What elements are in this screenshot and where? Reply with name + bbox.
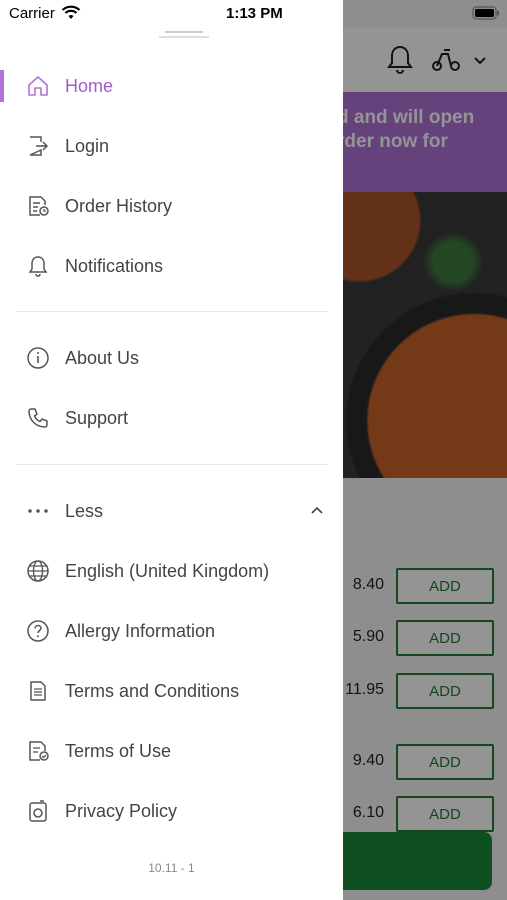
- menu-item-login[interactable]: Login: [0, 118, 343, 174]
- menu-item-terms-and-conditions[interactable]: Terms and Conditions: [0, 663, 343, 719]
- menu-item-order-history[interactable]: Order History: [0, 178, 343, 234]
- menu-item-terms-of-use[interactable]: Terms of Use: [0, 723, 343, 779]
- help-circle-icon: [25, 618, 51, 644]
- menu-item-label: Allergy Information: [65, 620, 216, 641]
- menu-item-label: Home: [65, 75, 114, 96]
- menu-item-privacy-policy[interactable]: Privacy Policy: [0, 783, 343, 839]
- more-dots-icon: [25, 498, 51, 524]
- menu-item-notifications[interactable]: Notifications: [0, 238, 343, 294]
- menu-item-label: Terms and Conditions: [65, 680, 240, 701]
- bell-icon: [25, 253, 51, 279]
- menu-divider: [17, 464, 328, 465]
- menu-item-allergy-information[interactable]: Allergy Information: [0, 603, 343, 659]
- menu-item-label: Support: [65, 407, 129, 428]
- menu-item-label: Terms of Use: [65, 740, 172, 761]
- menu-item-label: Less: [65, 500, 104, 521]
- menu-item-label: Order History: [65, 195, 173, 216]
- globe-icon: [25, 558, 51, 584]
- app-version: 10.11 - 1: [148, 861, 195, 875]
- menu-item-label: Privacy Policy: [65, 800, 178, 821]
- menu-item-support[interactable]: Support: [0, 390, 343, 446]
- info-icon: [25, 345, 51, 371]
- menu-item-label: English (United Kingdom): [65, 560, 270, 581]
- menu-item-label: Notifications: [65, 255, 164, 276]
- menu-item-home[interactable]: Home: [0, 58, 343, 114]
- status-bar: Carrier 1:13 PM: [0, 0, 507, 28]
- order-history-icon: [25, 193, 51, 219]
- menu-item-label: Login: [65, 135, 110, 156]
- menu-item-label: About Us: [65, 347, 140, 368]
- clock: 1:13 PM: [226, 5, 283, 22]
- drawer-overlay[interactable]: [343, 0, 507, 900]
- chevron-up-icon: [308, 502, 326, 520]
- menu-item-less-toggle[interactable]: Less: [0, 483, 343, 539]
- menu-divider: [17, 311, 328, 312]
- document-icon: [25, 678, 51, 704]
- menu-item-about-us[interactable]: About Us: [0, 330, 343, 386]
- carrier-label: Carrier: [9, 5, 55, 22]
- login-icon: [25, 133, 51, 159]
- phone-icon: [25, 405, 51, 431]
- privacy-icon: [25, 798, 51, 824]
- battery-icon: [472, 6, 500, 20]
- document-check-icon: [25, 738, 51, 764]
- navigation-drawer: Home Login Order History Notifications A…: [0, 0, 343, 900]
- home-icon: [25, 73, 51, 99]
- menu-item-language[interactable]: English (United Kingdom): [0, 543, 343, 599]
- wifi-icon: [61, 5, 81, 21]
